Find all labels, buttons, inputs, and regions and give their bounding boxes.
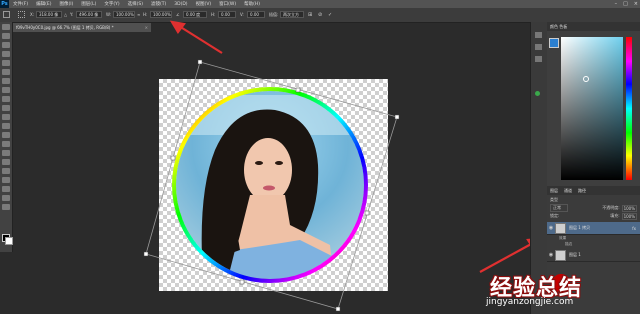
fill-field[interactable]: 100% (621, 212, 637, 220)
layer-row-original[interactable]: ◉ 图层 1 (547, 249, 640, 262)
properties-panel-icon[interactable] (535, 44, 542, 50)
kind-filter[interactable]: 类型 (550, 197, 558, 203)
effects-row[interactable]: 效果 (559, 236, 566, 241)
opacity-field[interactable]: 100% (621, 204, 637, 212)
tab-channels[interactable]: 通道 (564, 188, 572, 194)
layer-name: 图层 1 拷贝 (569, 225, 591, 230)
blend-row: 正常 不透明度: 100% (547, 204, 640, 212)
stroke-effect-row[interactable]: 描边 (565, 242, 572, 247)
eye-icon[interactable]: ◉ (547, 252, 555, 258)
adjustments-panel-icon[interactable] (535, 56, 542, 62)
layer-thumbnail (555, 249, 566, 261)
blend-mode-select[interactable]: 正常 (550, 204, 568, 212)
eye-icon[interactable]: ◉ (547, 225, 555, 231)
fx-icon[interactable]: fx (632, 226, 636, 231)
hue-slider[interactable] (626, 37, 632, 180)
opacity-label: 不透明度: (602, 205, 620, 210)
layer-thumbnail (555, 222, 566, 234)
layers-panel-tabs: 图层 通道 路径 (547, 186, 640, 195)
picker-cursor-icon (583, 76, 589, 82)
lock-label: 锁定: (550, 213, 560, 218)
color-panel-tabs[interactable]: 颜色 色板 (547, 22, 640, 31)
layer-name: 图层 1 (569, 252, 581, 257)
layer-row-copy[interactable]: ◉ 图层 1 拷贝 fx (547, 222, 640, 235)
tab-paths[interactable]: 路径 (578, 188, 586, 194)
color-swatch-pair-icon[interactable] (549, 38, 559, 48)
layer-filter-row: 类型 (547, 197, 640, 203)
watermark-url: jingyanzongjie.com (486, 297, 574, 307)
fill-label: 填充: (610, 213, 620, 218)
color-picker-field[interactable] (561, 37, 623, 180)
lock-row: 锁定: 填充: 100% (547, 212, 640, 220)
green-indicator-icon (535, 91, 540, 96)
tab-layers[interactable]: 图层 (550, 188, 558, 194)
history-panel-icon[interactable] (535, 32, 542, 38)
